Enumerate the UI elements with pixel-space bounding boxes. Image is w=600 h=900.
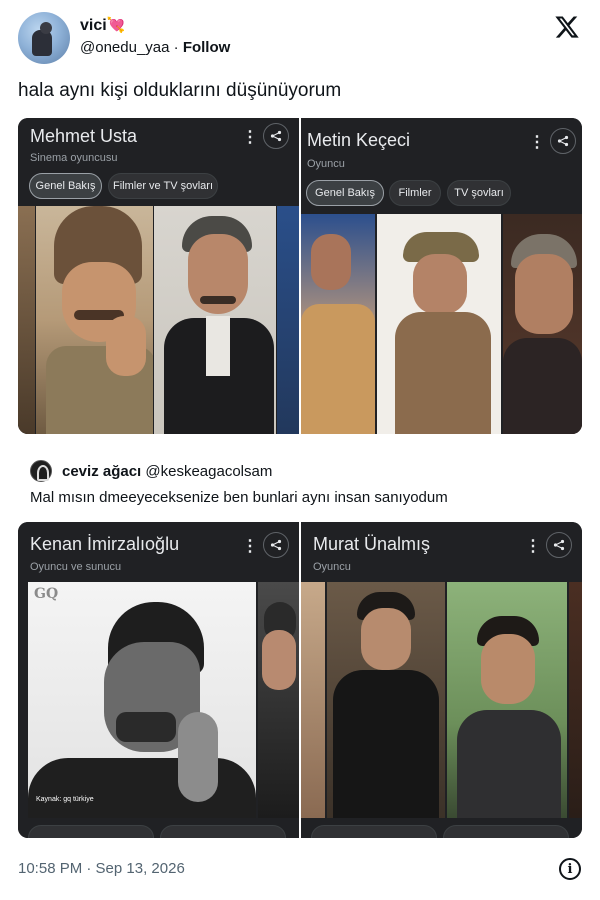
knowledge-card-mehmet: Mehmet Usta Sinema oyuncusu ⋮ Genel Bakı… xyxy=(18,118,299,434)
author-name[interactable]: vici💘 xyxy=(80,16,125,35)
share-icon[interactable] xyxy=(263,123,289,149)
more-options-icon[interactable]: ⋮ xyxy=(242,127,258,147)
card-title: Kenan İmirzalıoğlu xyxy=(30,534,180,554)
separator-dot: · xyxy=(173,39,179,56)
tweet-text: hala aynı kişi olduklarını düşünüyorum xyxy=(18,80,342,101)
quote-author[interactable]: ceviz ağacı @keskeagacolsam xyxy=(62,463,272,480)
person-photo-metin-2[interactable] xyxy=(377,214,501,434)
info-icon[interactable]: i xyxy=(559,858,581,880)
quote-author-handle: @keskeagacolsam xyxy=(145,463,273,480)
avatar-figure-head xyxy=(40,22,52,34)
author-handle-row: @onedu_yaa · Follow xyxy=(80,39,230,56)
person-photo-partial[interactable] xyxy=(569,582,582,818)
knowledge-card-murat: Murat Ünalmış Oyuncu ⋮ xyxy=(301,522,582,838)
quote-avatar[interactable] xyxy=(30,460,52,482)
person-photo-partial[interactable] xyxy=(277,206,299,434)
photo-source-caption: Kaynak: gq türkiye xyxy=(36,796,94,803)
chip-partial[interactable] xyxy=(160,825,286,838)
person-photo-mehmet-1[interactable] xyxy=(36,206,153,434)
share-icon[interactable] xyxy=(550,128,576,154)
person-photo-mehmet-2[interactable] xyxy=(154,206,276,434)
avatar-figure xyxy=(32,30,52,56)
chip-films-tv[interactable]: Filmler ve TV şovları xyxy=(108,173,218,199)
card-title: Metin Keçeci xyxy=(307,130,411,150)
quote-text: Mal mısın dmeeyeceksenize ben bunlari ay… xyxy=(30,489,448,506)
heart-emoji: 💘 xyxy=(106,17,126,34)
card-title: Murat Ünalmış xyxy=(313,534,431,554)
card-subtitle: Sinema oyuncusu xyxy=(30,152,118,164)
chip-films[interactable]: Filmler xyxy=(389,180,441,206)
person-photo-metin-1[interactable] xyxy=(301,214,375,434)
follow-button[interactable]: Follow xyxy=(183,39,231,56)
card-subtitle: Oyuncu xyxy=(307,158,345,170)
gq-watermark: GQ xyxy=(34,586,59,602)
chip-partial[interactable] xyxy=(28,825,154,838)
tweet-header: vici💘 @onedu_yaa · Follow xyxy=(18,12,582,68)
share-icon[interactable] xyxy=(546,532,572,558)
author-name-text: vici xyxy=(80,17,107,34)
person-photo-kenan-1[interactable]: GQ Kaynak: gq türkiye xyxy=(28,582,256,818)
author-avatar[interactable] xyxy=(18,12,70,64)
card-title: Mehmet Usta xyxy=(30,126,138,146)
person-photo-partial[interactable] xyxy=(301,582,325,818)
quote-author-name: ceviz ağacı xyxy=(62,463,142,480)
person-photo-murat-2[interactable] xyxy=(447,582,567,818)
person-photo-partial[interactable] xyxy=(18,206,35,434)
card-subtitle: Oyuncu ve sunucu xyxy=(30,561,122,573)
knowledge-card-metin: Metin Keçeci Oyuncu ⋮ Genel Bakış Filmle… xyxy=(301,118,582,434)
chip-tv-shows[interactable]: TV şovları xyxy=(447,180,511,206)
person-photo-murat-1[interactable] xyxy=(327,582,445,818)
author-handle[interactable]: @onedu_yaa xyxy=(80,39,169,56)
more-options-icon[interactable]: ⋮ xyxy=(242,536,258,556)
x-logo-icon[interactable] xyxy=(554,14,580,40)
more-options-icon[interactable]: ⋮ xyxy=(525,536,541,556)
bottom-image[interactable]: Kenan İmirzalıoğlu Oyuncu ve sunucu ⋮ GQ… xyxy=(18,522,582,838)
chip-partial[interactable] xyxy=(443,825,569,838)
card-subtitle: Oyuncu xyxy=(313,561,351,573)
person-photo-kenan-2[interactable] xyxy=(258,582,299,818)
tweet-timestamp[interactable]: 10:58 PM · Sep 13, 2026 xyxy=(18,860,185,877)
chip-overview[interactable]: Genel Bakış xyxy=(306,180,384,206)
knowledge-card-kenan: Kenan İmirzalıoğlu Oyuncu ve sunucu ⋮ GQ… xyxy=(18,522,299,838)
chip-partial[interactable] xyxy=(311,825,437,838)
person-photo-metin-3[interactable] xyxy=(503,214,582,434)
more-options-icon[interactable]: ⋮ xyxy=(529,132,545,152)
chip-overview[interactable]: Genel Bakış xyxy=(29,173,102,199)
top-image[interactable]: Mehmet Usta Sinema oyuncusu ⋮ Genel Bakı… xyxy=(18,118,582,434)
share-icon[interactable] xyxy=(263,532,289,558)
